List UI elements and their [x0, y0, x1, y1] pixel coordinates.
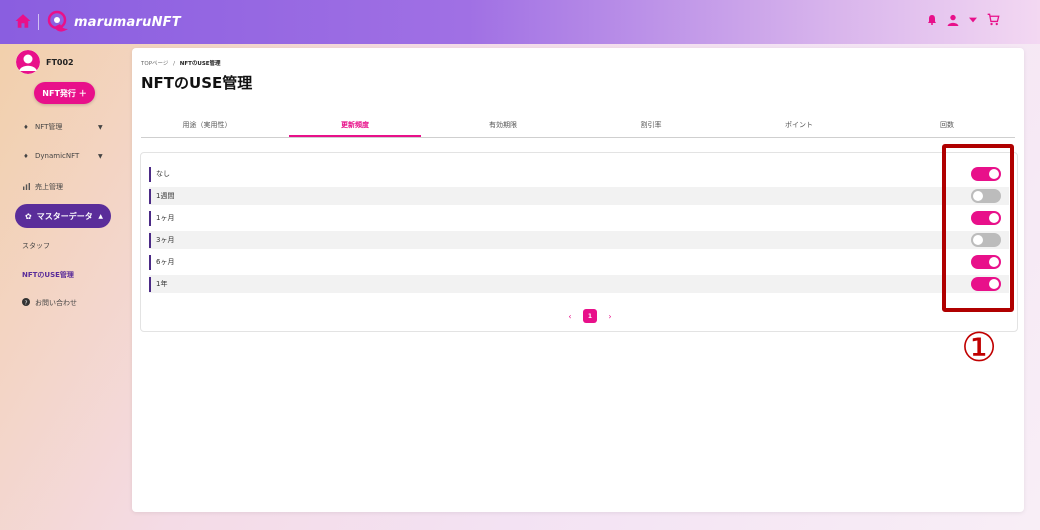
- row-label: 6ヶ月: [156, 258, 175, 266]
- sidebar-item-label: DynamicNFT: [35, 152, 80, 160]
- avatar: [16, 50, 40, 74]
- tab-count[interactable]: 回数: [881, 118, 1013, 137]
- list-item: 6ヶ月: [149, 253, 1009, 271]
- list-item: なし: [149, 165, 1009, 183]
- row-label: 1週間: [156, 192, 175, 200]
- user-info[interactable]: FT002: [16, 50, 74, 74]
- row-marker: [149, 255, 151, 270]
- breadcrumb-home[interactable]: TOPページ: [141, 61, 168, 67]
- row-marker: [149, 211, 151, 226]
- header-divider: [38, 14, 39, 30]
- header-actions: [927, 13, 1000, 26]
- row-label: 3ヶ月: [156, 236, 175, 244]
- home-icon[interactable]: [14, 12, 32, 30]
- list-item: 1年: [149, 275, 1009, 293]
- tab-update-frequency[interactable]: 更新頻度: [289, 118, 421, 137]
- page-title: NFTのUSE管理: [141, 74, 253, 92]
- diamond-icon: ♦: [23, 123, 29, 131]
- annotation-number: ①: [961, 325, 997, 371]
- sidebar-item-master-data[interactable]: ✿ マスターデータ ▲: [15, 204, 111, 228]
- sidebar-item-nft-management[interactable]: ♦ NFT管理 ▼: [22, 122, 102, 132]
- logo[interactable]: marumaruNFT: [46, 8, 181, 36]
- breadcrumb: TOPページ / NFTのUSE管理: [141, 59, 221, 67]
- breadcrumb-separator: /: [173, 61, 176, 67]
- row-marker: [149, 189, 151, 204]
- page-number-button[interactable]: 1: [583, 309, 597, 323]
- sidebar-subitem-nft-use[interactable]: NFTのUSE管理: [22, 270, 74, 280]
- frequency-list: なし 1週間 1ヶ月 3ヶ月 6ヶ月 1年 ‹ 1 ›: [140, 152, 1018, 332]
- sidebar-item-label: NFT管理: [35, 123, 63, 131]
- sidebar-item-label: お問い合わせ: [35, 299, 77, 307]
- prev-page-button[interactable]: ‹: [563, 312, 577, 321]
- cart-icon[interactable]: [987, 13, 1000, 26]
- chevron-down-icon[interactable]: [969, 17, 977, 23]
- logo-text: marumaruNFT: [74, 14, 181, 30]
- row-label: 1ヶ月: [156, 214, 175, 222]
- chevron-down-icon: ▼: [98, 152, 103, 160]
- sidebar: FT002 NFT発行 ＋ ♦ NFT管理 ▼ ♦ DynamicNFT ▼ 売…: [0, 44, 128, 530]
- sidebar-item-label: マスターデータ: [36, 211, 93, 221]
- list-item: 1ヶ月: [149, 209, 1009, 227]
- list-item: 1週間: [149, 187, 1009, 205]
- pagination: ‹ 1 ›: [563, 309, 617, 323]
- main-card: TOPページ / NFTのUSE管理 NFTのUSE管理 用途（実用性） 更新頻…: [132, 48, 1024, 512]
- sidebar-item-label: 売上管理: [35, 183, 63, 191]
- user-icon[interactable]: [947, 14, 959, 26]
- row-label: 1年: [156, 280, 168, 288]
- sidebar-item-sales[interactable]: 売上管理: [22, 182, 63, 192]
- chart-icon: [22, 182, 30, 192]
- next-page-button[interactable]: ›: [603, 312, 617, 321]
- chevron-up-icon: ▲: [98, 212, 103, 220]
- row-marker: [149, 233, 151, 248]
- user-name: FT002: [46, 57, 74, 67]
- row-label: なし: [156, 170, 170, 178]
- bell-icon[interactable]: [927, 14, 937, 25]
- tab-expiry[interactable]: 有効期限: [437, 118, 569, 137]
- nft-issue-button[interactable]: NFT発行 ＋: [34, 82, 95, 104]
- row-marker: [149, 277, 151, 292]
- avatar-icon: [16, 50, 40, 74]
- sidebar-subitem-staff[interactable]: スタッフ: [22, 241, 50, 251]
- tab-discount-rate[interactable]: 割引率: [585, 118, 717, 137]
- top-bar: marumaruNFT: [0, 0, 1040, 44]
- row-marker: [149, 167, 151, 182]
- annotation-highlight-box: [942, 144, 1014, 312]
- question-icon: ?: [22, 298, 30, 308]
- breadcrumb-current: NFTのUSE管理: [179, 61, 221, 67]
- diamond-icon: ♦: [23, 152, 29, 160]
- list-item: 3ヶ月: [149, 231, 1009, 249]
- tab-bar: 用途（実用性） 更新頻度 有効期限 割引率 ポイント 回数: [141, 118, 1015, 138]
- sidebar-item-dynamic-nft[interactable]: ♦ DynamicNFT ▼: [22, 152, 102, 160]
- chevron-down-icon: ▼: [98, 123, 103, 131]
- tab-usage[interactable]: 用途（実用性）: [141, 118, 273, 137]
- svg-text:?: ?: [25, 300, 28, 306]
- logo-mark-icon: [47, 10, 68, 32]
- sidebar-item-contact[interactable]: ? お問い合わせ: [22, 298, 77, 308]
- gear-icon: ✿: [25, 211, 32, 221]
- tab-points[interactable]: ポイント: [733, 118, 865, 137]
